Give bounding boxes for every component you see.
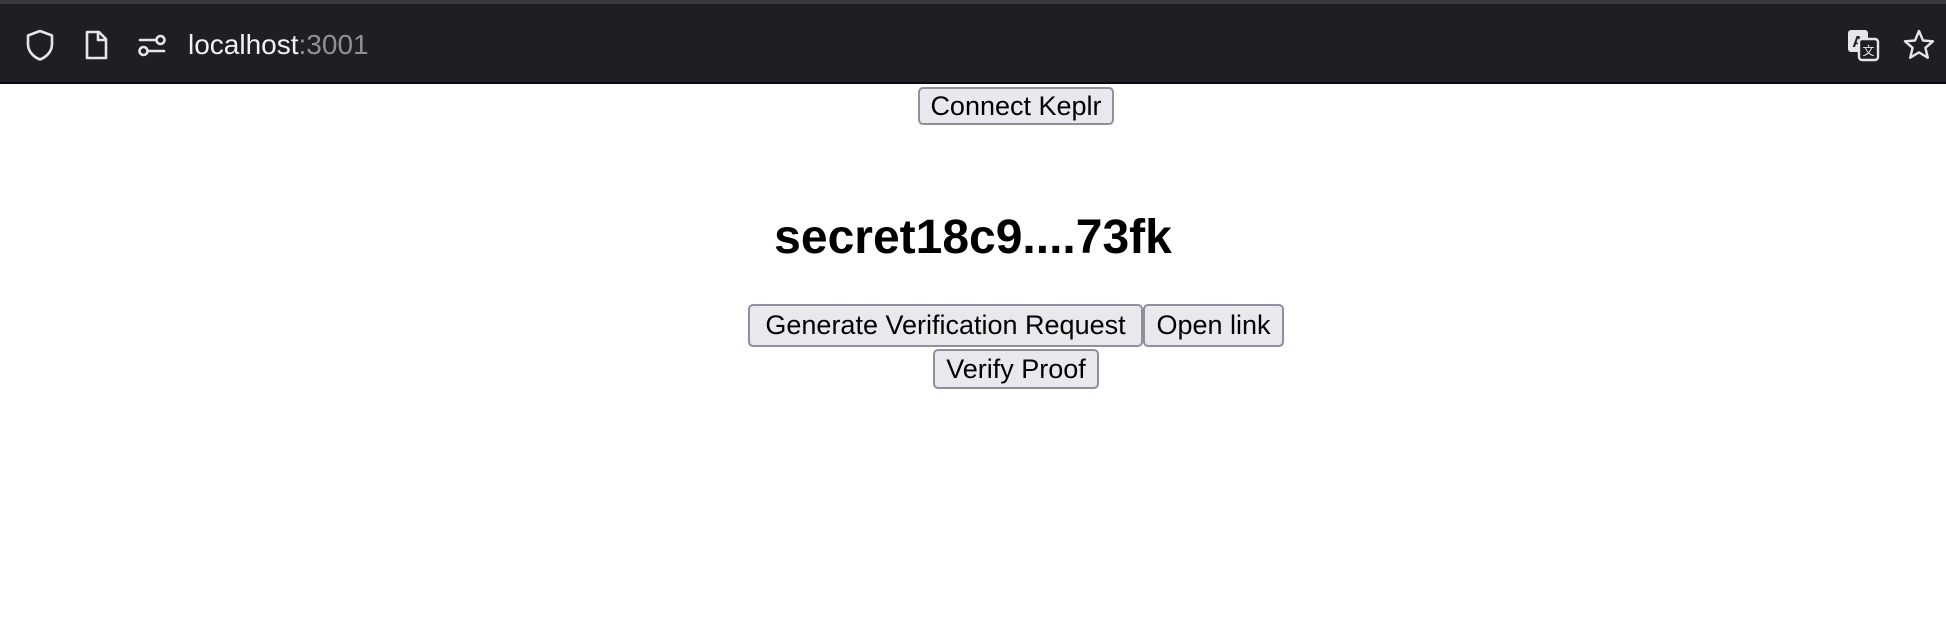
wallet-address-heading: secret18c9....73fk	[774, 211, 1172, 264]
open-link-button[interactable]: Open link	[1143, 304, 1284, 347]
url-port: :3001	[298, 29, 369, 60]
translate-icon[interactable]: A 文	[1846, 28, 1880, 62]
url-host: localhost	[188, 29, 299, 60]
svg-text:文: 文	[1862, 43, 1874, 58]
verify-proof-button[interactable]: Verify Proof	[933, 349, 1099, 389]
browser-toolbar: localhost:3001 A 文	[0, 0, 1946, 84]
shield-icon[interactable]	[23, 28, 57, 62]
bookmark-star-icon[interactable]	[1902, 28, 1936, 62]
generate-verification-request-button[interactable]: Generate Verification Request	[748, 304, 1143, 347]
page-icon[interactable]	[79, 28, 113, 62]
url-bar[interactable]: localhost:3001	[188, 26, 369, 64]
connect-keplr-button[interactable]: Connect Keplr	[918, 87, 1114, 125]
permissions-icon[interactable]	[135, 28, 169, 62]
page-content: Connect Keplr secret18c9....73fk Generat…	[0, 84, 1946, 630]
